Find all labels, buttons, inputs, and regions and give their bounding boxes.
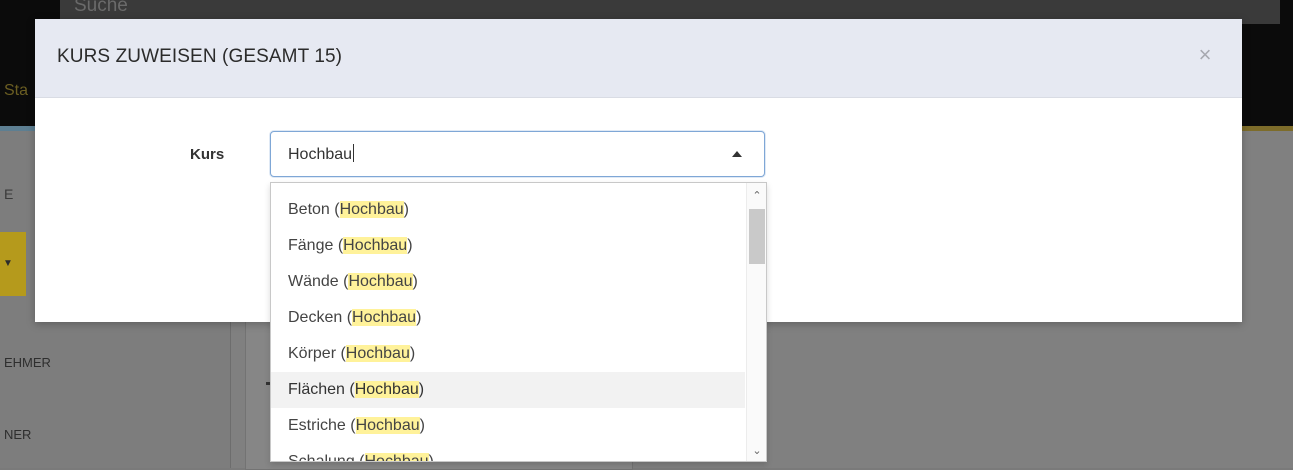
- app-sidebar-item: EHMER: [4, 355, 51, 370]
- scrollbar-thumb[interactable]: [749, 209, 765, 264]
- text-cursor: [353, 144, 355, 162]
- app-status-label: Sta: [4, 82, 29, 99]
- option-highlight: Hochbau: [345, 345, 410, 362]
- option-highlight: Hochbau: [354, 381, 419, 398]
- course-option[interactable]: Wände (Hochbau): [271, 264, 745, 300]
- option-close-paren: ): [407, 237, 413, 254]
- close-icon[interactable]: ×: [1193, 43, 1217, 67]
- option-name: Flächen (: [288, 381, 355, 398]
- option-highlight: Hochbau: [343, 237, 408, 254]
- scroll-down-icon[interactable]: ⌄: [747, 444, 766, 458]
- option-close-paren: ): [419, 417, 425, 434]
- option-highlight: Hochbau: [364, 453, 429, 461]
- course-option[interactable]: Estriche (Hochbau): [271, 408, 745, 444]
- course-option[interactable]: Flächen (Hochbau): [271, 372, 745, 408]
- option-name: Fänge (: [288, 237, 344, 254]
- chevron-down-icon: ▼: [3, 258, 13, 269]
- option-name: Beton (: [288, 201, 340, 218]
- app-search-placeholder: Suche: [74, 0, 128, 16]
- option-close-paren: ): [409, 345, 416, 362]
- option-name: Estriche (: [288, 417, 356, 434]
- course-field-label: Kurs: [190, 146, 225, 163]
- option-name: Wände (: [288, 273, 349, 290]
- app-sidebar-label: E: [4, 186, 14, 202]
- scroll-up-icon[interactable]: ⌃: [747, 189, 766, 203]
- course-option[interactable]: Decken (Hochbau): [271, 300, 745, 336]
- dropdown-scrollbar[interactable]: ⌃ ⌄: [746, 183, 766, 461]
- option-close-paren: ): [418, 381, 425, 398]
- modal-header: KURS ZUWEISEN (GESAMT 15) ×: [35, 19, 1242, 98]
- chevron-up-icon[interactable]: [732, 151, 742, 157]
- option-close-paren: ): [416, 309, 422, 326]
- course-options: Beton (Hochbau) Fänge (Hochbau) Wände (Hoc…: [271, 192, 745, 462]
- course-option[interactable]: Fänge (Hochbau): [271, 228, 745, 264]
- option-close-paren: ): [412, 273, 418, 290]
- app-sidebar-item: NER: [4, 427, 32, 442]
- modal-title: KURS ZUWEISEN (GESAMT 15): [57, 46, 343, 67]
- course-option[interactable]: Körper (Hochbau): [271, 336, 745, 372]
- option-name: Schalung (: [288, 453, 365, 462]
- option-close-paren: ): [428, 453, 434, 462]
- option-close-paren: ): [403, 201, 409, 218]
- option-highlight: Hochbau: [352, 309, 417, 326]
- option-highlight: Hochbau: [339, 201, 404, 218]
- course-dropdown-list: Beton (Hochbau) Fänge (Hochbau) Wände (Hoc…: [270, 182, 767, 462]
- course-search-input[interactable]: Hochbau: [288, 144, 355, 164]
- option-name: Decken (: [288, 309, 353, 326]
- course-select[interactable]: Hochbau: [270, 131, 765, 177]
- course-option[interactable]: Beton (Hochbau): [271, 192, 745, 228]
- option-name: Körper (: [288, 345, 346, 362]
- option-highlight: Hochbau: [348, 273, 413, 290]
- course-option[interactable]: Schalung (Hochbau): [271, 444, 745, 462]
- option-highlight: Hochbau: [355, 417, 420, 434]
